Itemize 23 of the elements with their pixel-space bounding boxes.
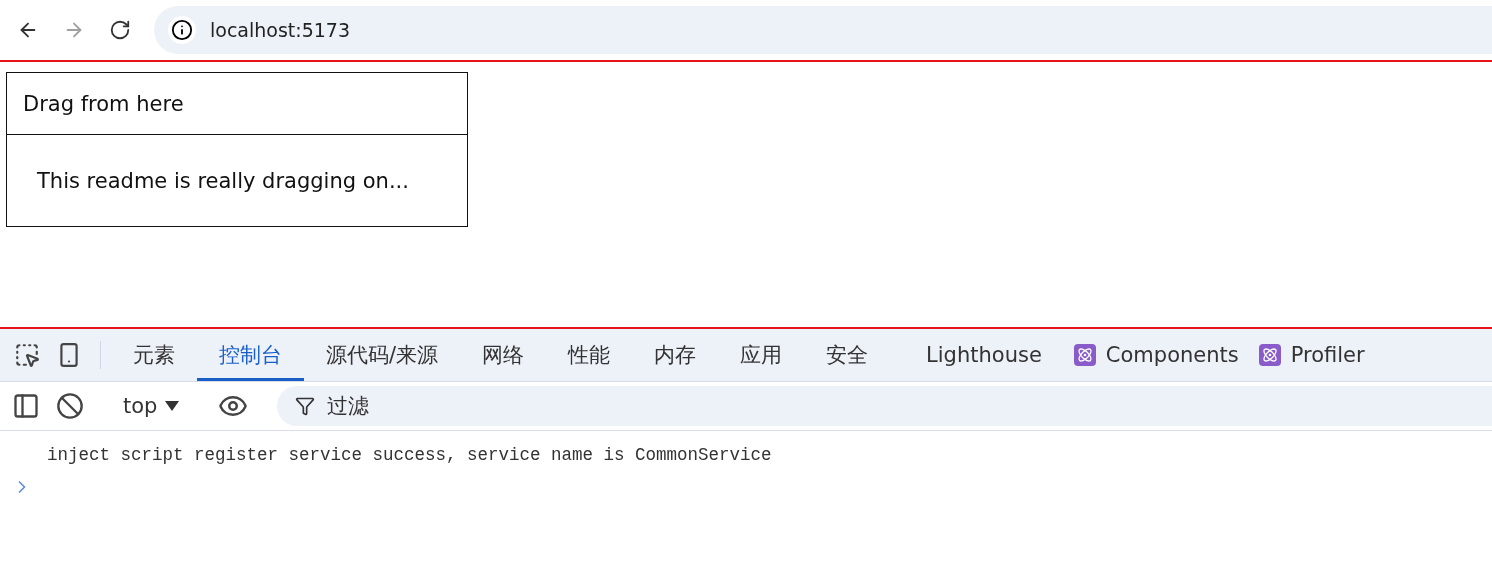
devtools-tab[interactable]: 安全	[804, 329, 891, 381]
filter-icon	[295, 396, 316, 416]
devtools-tab[interactable]: 内存	[632, 329, 719, 381]
devtools-tab[interactable]: Lighthouse	[904, 329, 1064, 381]
reload-icon	[109, 19, 131, 41]
devtools-tab[interactable]: 性能	[546, 329, 633, 381]
drag-handle[interactable]: Drag from here	[7, 73, 467, 135]
card-text: This readme is really dragging on...	[36, 167, 410, 195]
context-dropdown[interactable]: top	[113, 394, 190, 418]
console-message: inject script register service success, service name is CommonService	[46, 444, 773, 465]
devtools-tab[interactable]: Components	[1063, 329, 1249, 381]
devtools-tab[interactable]: 元素	[111, 329, 197, 381]
filter-box[interactable]: 过滤	[277, 386, 1492, 426]
info-icon[interactable]	[168, 16, 196, 44]
atom-icon	[1258, 344, 1281, 366]
address-bar[interactable]: localhost:5173	[154, 6, 1492, 54]
atom-icon	[1073, 344, 1096, 366]
devtools-tab[interactable]: 源代码/来源	[304, 329, 461, 381]
devtools-tab[interactable]: Profiler	[1248, 329, 1375, 381]
devtools-tab[interactable]: 网络	[460, 329, 547, 381]
devtools-tab[interactable]: 应用	[718, 329, 805, 381]
url-text: localhost:5173	[210, 19, 351, 41]
filter-field[interactable]: 过滤	[325, 393, 1492, 419]
